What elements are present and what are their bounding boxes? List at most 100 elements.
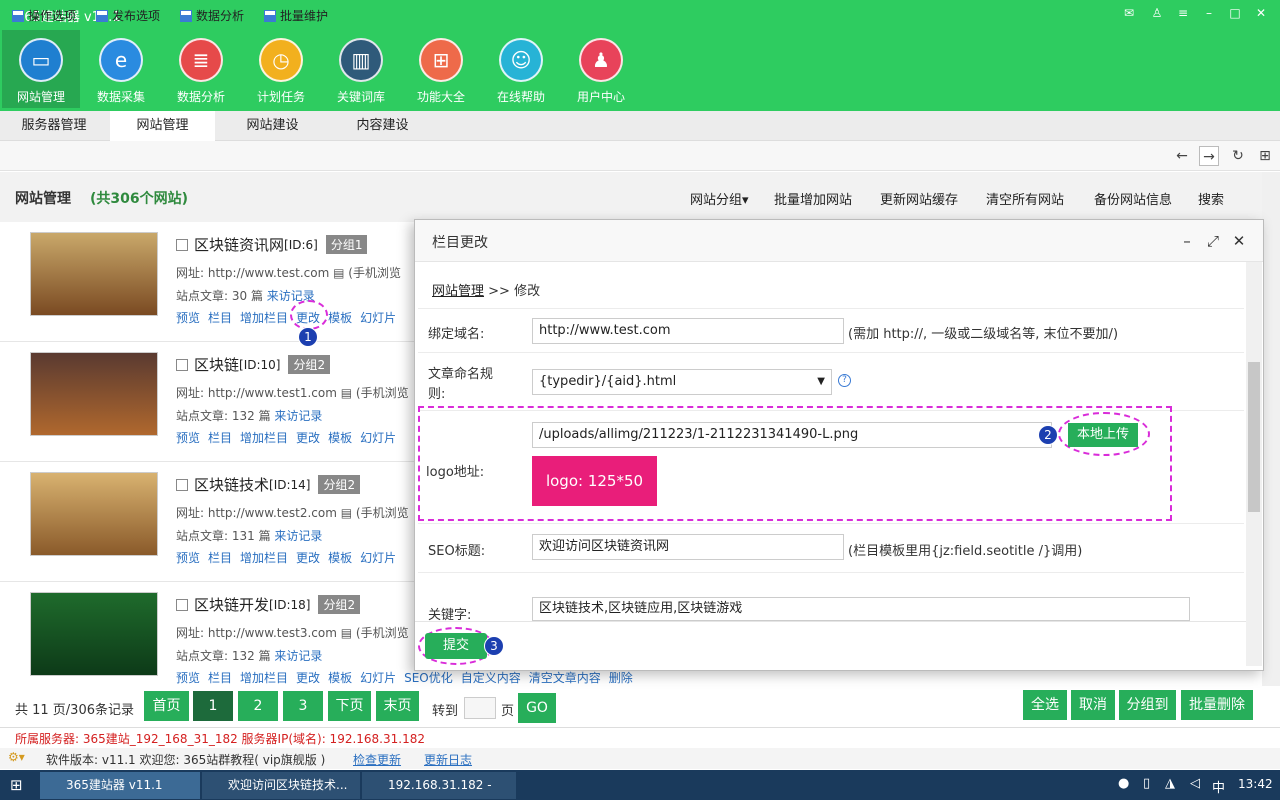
keywords-textarea[interactable]: 区块链技术,区块链应用,区块链游戏	[532, 597, 1190, 621]
taskbar-browser[interactable]: 欢迎访问区块链技术...	[202, 772, 360, 799]
dialog-scrollbar-thumb[interactable]	[1248, 362, 1260, 512]
message-icon[interactable]: ✉	[1120, 4, 1138, 22]
page-1-button[interactable]: 1	[193, 691, 233, 721]
site-op-link[interactable]: 自定义内容	[461, 671, 521, 685]
site-group-dropdown[interactable]: 网站分组▾	[690, 189, 749, 208]
site-checkbox[interactable]	[176, 598, 188, 611]
copy-icon[interactable]: ▤	[341, 386, 352, 400]
site-op-link[interactable]: 预览	[176, 431, 200, 445]
tab-site-building[interactable]: 网站建设	[220, 111, 325, 141]
ribbon-item-5[interactable]: ⊞ 功能大全	[402, 30, 480, 108]
tab-content-building[interactable]: 内容建设	[330, 111, 435, 141]
site-name[interactable]: 区块链	[194, 354, 239, 375]
main-scrollbar[interactable]	[1262, 172, 1280, 725]
tray-app-icon[interactable]: ●	[1118, 776, 1129, 791]
site-thumbnail[interactable]	[30, 352, 158, 436]
site-checkbox[interactable]	[176, 358, 188, 371]
batch-delete-button[interactable]: 批量删除	[1181, 690, 1253, 720]
page-3-button[interactable]: 3	[283, 691, 323, 721]
site-checkbox[interactable]	[176, 238, 188, 251]
site-op-link[interactable]: 幻灯片	[360, 431, 396, 445]
back-arrow-icon[interactable]: ←	[1172, 146, 1192, 166]
site-op-link[interactable]: 模板	[328, 551, 352, 565]
site-name[interactable]: 区块链资讯网	[194, 234, 284, 255]
ribbon-item-1[interactable]: e 数据采集	[82, 30, 160, 108]
tray-network-icon[interactable]: ◮	[1165, 776, 1175, 791]
group-to-button[interactable]: 分组到	[1119, 690, 1176, 720]
site-op-link[interactable]: 增加栏目	[240, 671, 288, 685]
site-op-link[interactable]: 增加栏目	[240, 431, 288, 445]
site-op-link[interactable]: 增加栏目	[240, 311, 288, 325]
tray-ime[interactable]: 中	[1212, 777, 1225, 796]
go-button[interactable]: GO	[518, 693, 556, 723]
data-analysis-button[interactable]: 数据分析	[180, 7, 244, 24]
site-op-link[interactable]: 栏目	[208, 431, 232, 445]
site-op-link[interactable]: 幻灯片	[360, 671, 396, 685]
dialog-minimize-icon[interactable]: –	[1177, 231, 1197, 251]
site-thumbnail[interactable]	[30, 472, 158, 556]
copy-icon[interactable]: ▤	[341, 506, 352, 520]
first-page-button[interactable]: 首页	[144, 691, 189, 721]
next-page-button[interactable]: 下页	[328, 691, 371, 721]
site-op-link[interactable]: 栏目	[208, 671, 232, 685]
check-update-link[interactable]: 检查更新	[353, 751, 401, 768]
tray-volume-icon[interactable]: ◁	[1190, 776, 1200, 791]
goto-page-input[interactable]	[464, 697, 496, 719]
site-op-link[interactable]: 预览	[176, 671, 200, 685]
help-icon[interactable]: ?	[838, 374, 851, 387]
site-op-link[interactable]: 栏目	[208, 311, 232, 325]
site-op-link[interactable]: 更改	[296, 431, 320, 445]
site-name[interactable]: 区块链开发	[194, 594, 269, 615]
site-op-link[interactable]: 幻灯片	[360, 311, 396, 325]
site-op-link[interactable]: 更改	[296, 551, 320, 565]
ribbon-item-4[interactable]: ▥ 关键词库	[322, 30, 400, 108]
ribbon-item-2[interactable]: ≣ 数据分析	[162, 30, 240, 108]
site-op-link[interactable]: SEO优化	[404, 671, 453, 685]
domain-input[interactable]: http://www.test.com	[532, 318, 844, 344]
site-op-link[interactable]: 预览	[176, 311, 200, 325]
forward-arrow-icon[interactable]: →	[1199, 146, 1219, 166]
close-icon[interactable]: ✕	[1252, 4, 1270, 22]
local-upload-button[interactable]: 本地上传	[1068, 423, 1138, 447]
site-op-link[interactable]: 模板	[328, 431, 352, 445]
publish-options-button[interactable]: 发布选项	[96, 7, 160, 24]
site-op-link[interactable]: 模板	[328, 671, 352, 685]
tab-server-management[interactable]: 服务器管理	[0, 111, 108, 141]
site-op-link[interactable]: 更改	[296, 671, 320, 685]
operation-options-button[interactable]: 操作选项	[12, 7, 76, 24]
copy-icon[interactable]: ▤	[341, 626, 352, 640]
settings-gear-icon[interactable]: ⚙▾	[8, 750, 25, 764]
tray-file-icon[interactable]: ▯	[1143, 776, 1150, 791]
select-all-button[interactable]: 全选	[1023, 690, 1067, 720]
dialog-close-icon[interactable]: ✕	[1229, 231, 1249, 251]
grid-view-icon[interactable]: ⊞	[1255, 146, 1275, 166]
site-op-link[interactable]: 删除	[609, 671, 633, 685]
update-cache-link[interactable]: 更新网站缓存	[880, 189, 958, 208]
refresh-icon[interactable]: ↻	[1228, 146, 1248, 166]
windows-start-icon[interactable]: ⊞	[10, 776, 28, 794]
site-op-link[interactable]: 模板	[328, 311, 352, 325]
site-op-link[interactable]: 预览	[176, 551, 200, 565]
changelog-link[interactable]: 更新日志	[424, 751, 472, 768]
seo-title-input[interactable]: 欢迎访问区块链资讯网	[532, 534, 844, 560]
ribbon-item-7[interactable]: ♟ 用户中心	[562, 30, 640, 108]
site-checkbox[interactable]	[176, 478, 188, 491]
tab-site-management[interactable]: 网站管理	[110, 111, 215, 141]
breadcrumb-site-management-link[interactable]: 网站管理	[432, 284, 484, 299]
menu-icon[interactable]: ≡	[1174, 4, 1192, 22]
cancel-selection-button[interactable]: 取消	[1071, 690, 1115, 720]
site-op-link[interactable]: 幻灯片	[360, 551, 396, 565]
site-op-link[interactable]: 清空文章内容	[529, 671, 601, 685]
ribbon-item-0[interactable]: ▭ 网站管理	[2, 30, 80, 108]
backup-site-info-link[interactable]: 备份网站信息	[1094, 189, 1172, 208]
taskbar-remote-desktop[interactable]: 192.168.31.182 - 远...	[362, 772, 516, 799]
taskbar-app-365[interactable]: 365建站器 v11.1	[40, 772, 200, 799]
search-link[interactable]: 搜索	[1198, 189, 1224, 208]
site-thumbnail[interactable]	[30, 232, 158, 316]
logo-path-input[interactable]: /uploads/allimg/211223/1-2112231341490-L…	[532, 422, 1052, 448]
copy-icon[interactable]: ▤	[333, 266, 344, 280]
site-name[interactable]: 区块链技术	[194, 474, 269, 495]
visit-log-link[interactable]: 来访记录	[274, 529, 322, 543]
site-thumbnail[interactable]	[30, 592, 158, 676]
submit-button[interactable]: 提交	[425, 633, 487, 659]
